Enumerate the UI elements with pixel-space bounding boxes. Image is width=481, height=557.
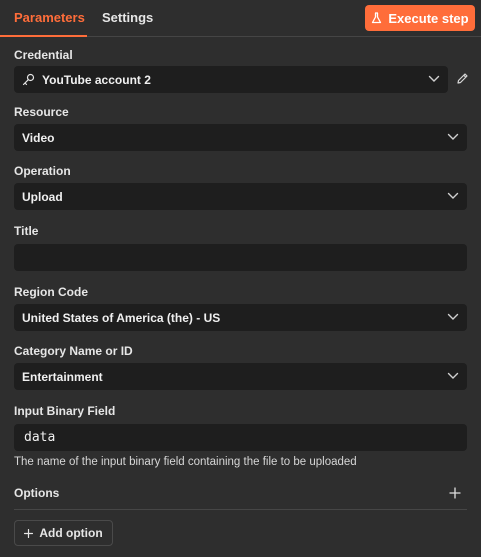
flask-icon bbox=[372, 12, 382, 24]
operation-value: Upload bbox=[22, 189, 63, 204]
pencil-icon[interactable] bbox=[456, 72, 469, 85]
chevron-down-icon bbox=[447, 313, 459, 320]
resource-value: Video bbox=[22, 130, 55, 145]
credential-label: Credential bbox=[14, 48, 73, 62]
resource-label: Resource bbox=[14, 105, 69, 119]
category-value: Entertainment bbox=[22, 369, 103, 384]
execute-step-label: Execute step bbox=[388, 10, 469, 26]
binary-field-value: data bbox=[24, 430, 56, 445]
title-input[interactable] bbox=[14, 244, 467, 271]
active-tab-indicator bbox=[0, 35, 87, 37]
resource-select[interactable]: Video bbox=[14, 124, 467, 151]
binary-field-input[interactable]: data bbox=[14, 424, 467, 451]
chevron-down-icon bbox=[428, 75, 440, 82]
execute-step-button[interactable]: Execute step bbox=[365, 5, 475, 31]
category-select[interactable]: Entertainment bbox=[14, 363, 467, 390]
credential-value: YouTube account 2 bbox=[42, 72, 151, 87]
region-code-select[interactable]: United States of America (the) - US bbox=[14, 304, 467, 331]
region-code-label: Region Code bbox=[14, 285, 88, 299]
operation-label: Operation bbox=[14, 164, 71, 178]
tab-parameters[interactable]: Parameters bbox=[14, 0, 85, 36]
operation-select[interactable]: Upload bbox=[14, 183, 467, 210]
add-option-button[interactable]: Add option bbox=[14, 520, 113, 546]
options-divider bbox=[14, 509, 467, 510]
binary-field-label: Input Binary Field bbox=[14, 404, 116, 418]
add-option-label: Add option bbox=[39, 526, 103, 540]
binary-field-hint: The name of the input binary field conta… bbox=[14, 456, 357, 468]
title-label: Title bbox=[14, 224, 39, 238]
tab-settings[interactable]: Settings bbox=[102, 0, 153, 36]
chevron-down-icon bbox=[447, 133, 459, 140]
chevron-down-icon bbox=[447, 192, 459, 199]
top-bar: Parameters Settings Execute step bbox=[0, 0, 481, 37]
plus-icon bbox=[24, 528, 34, 538]
chevron-down-icon bbox=[447, 372, 459, 379]
credential-select[interactable]: YouTube account 2 bbox=[14, 66, 448, 93]
key-icon bbox=[22, 73, 35, 86]
region-code-value: United States of America (the) - US bbox=[22, 310, 221, 325]
options-label: Options bbox=[14, 486, 60, 500]
category-label: Category Name or ID bbox=[14, 344, 133, 358]
plus-icon[interactable] bbox=[449, 487, 461, 499]
